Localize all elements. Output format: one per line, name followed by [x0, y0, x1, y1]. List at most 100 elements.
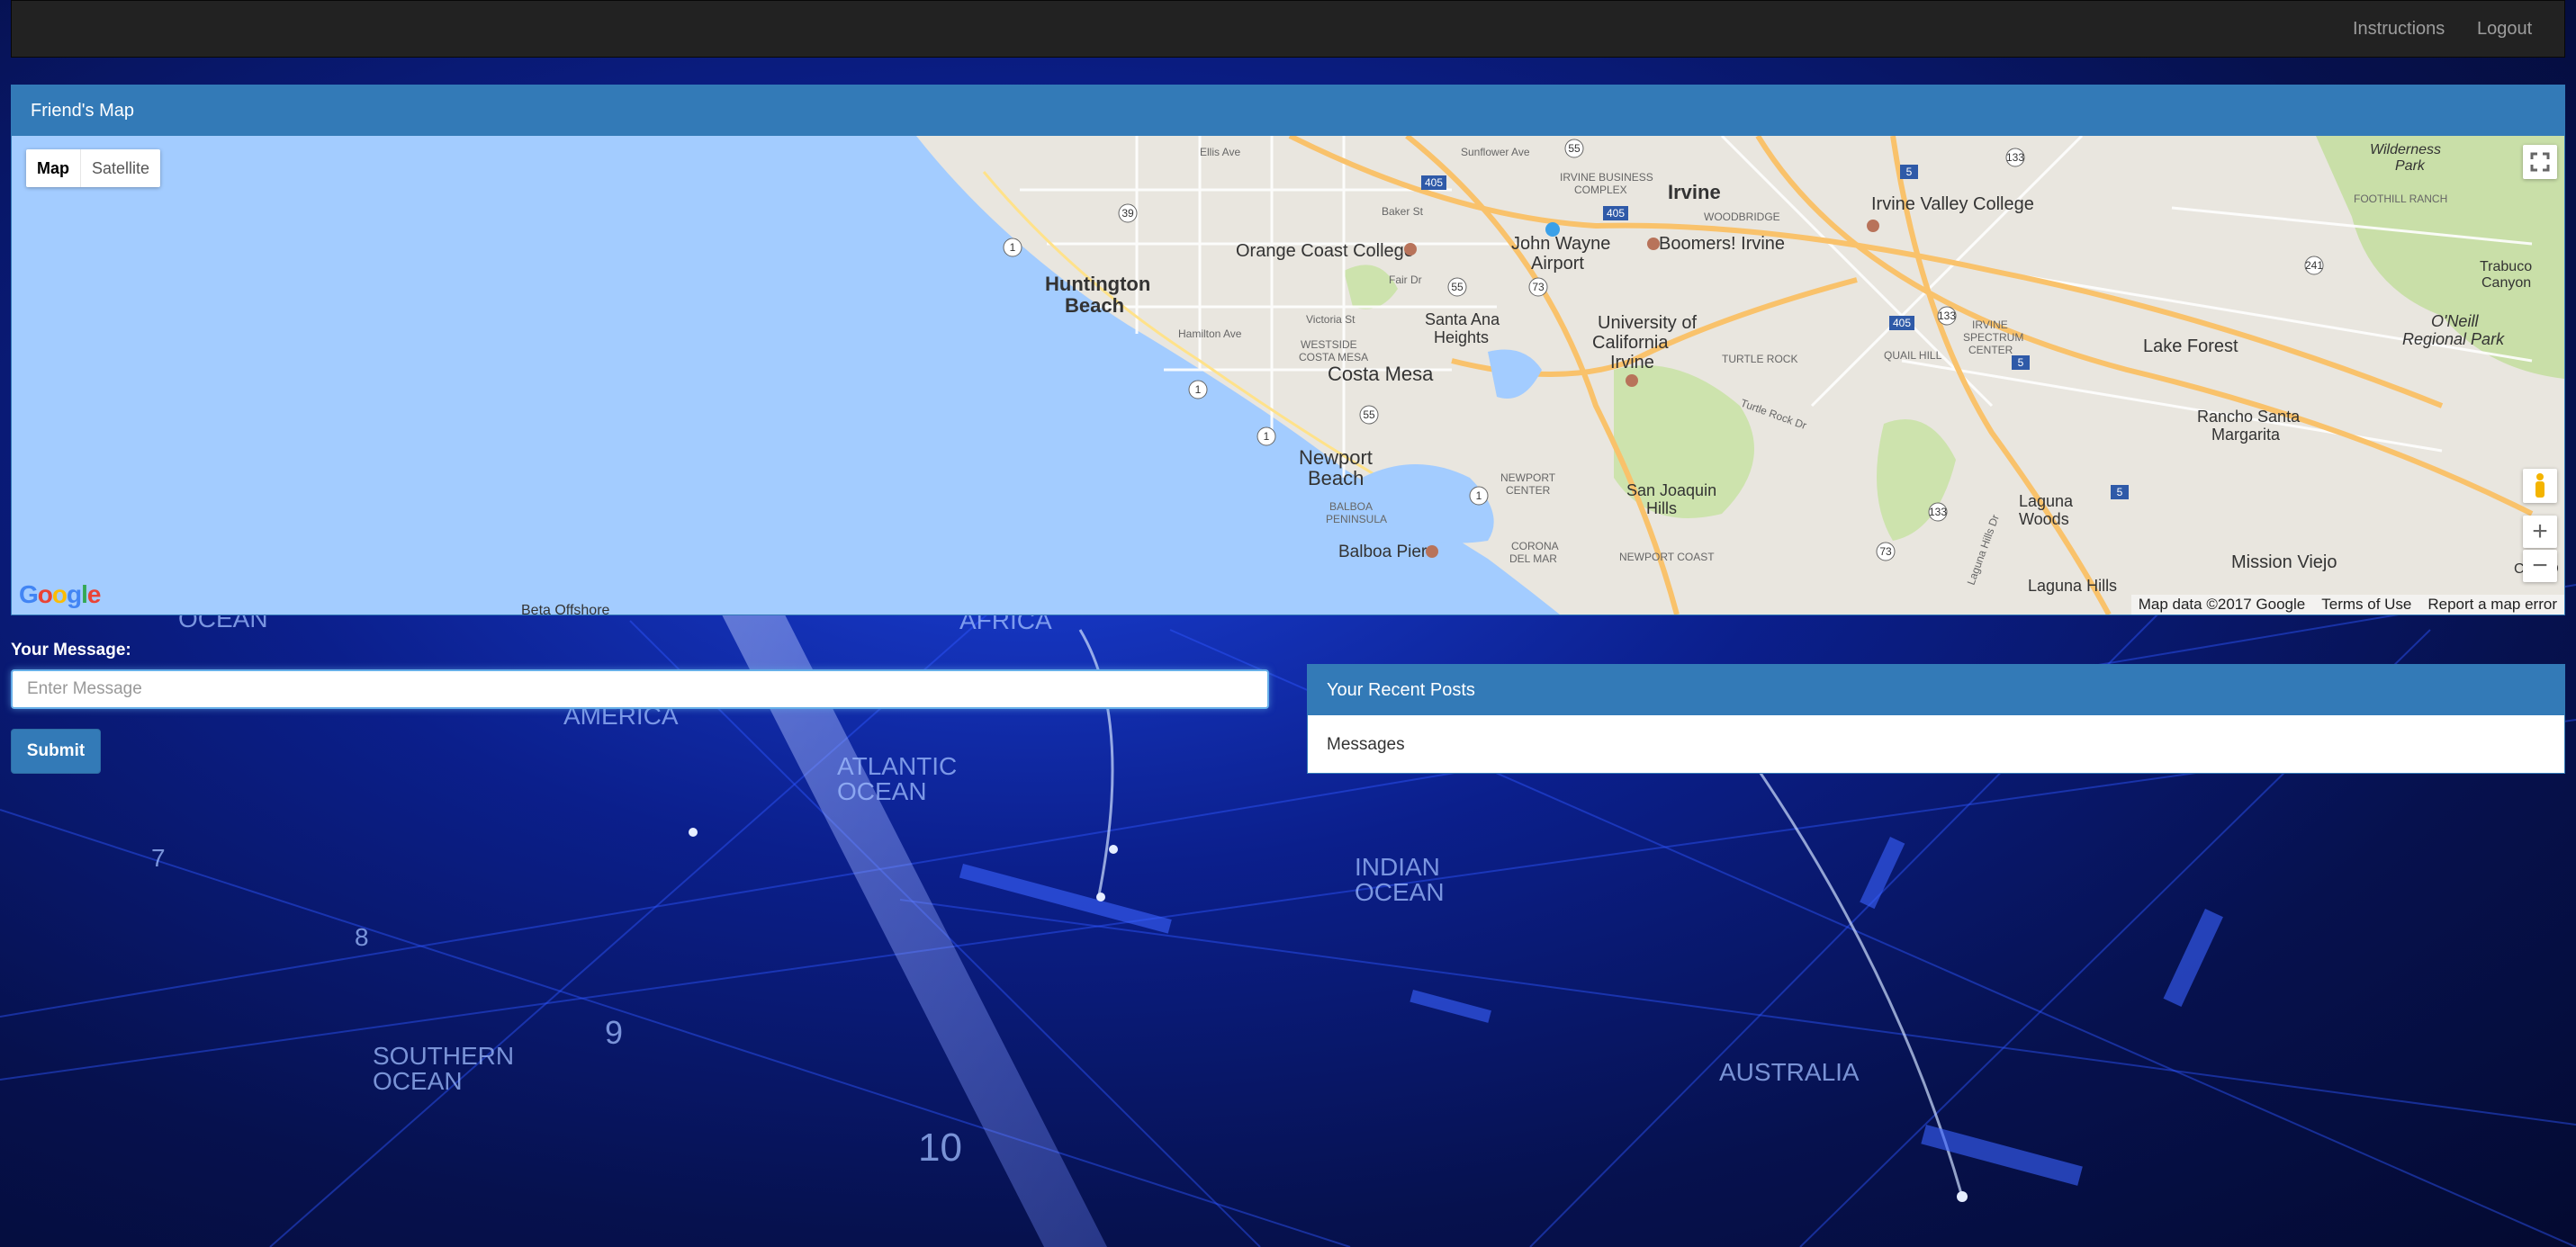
svg-text:5: 5 [2117, 486, 2123, 498]
map-type-control: Map Satellite [26, 149, 161, 187]
svg-text:39: 39 [1121, 207, 1134, 220]
report-map-error-link[interactable]: Report a map error [2427, 595, 2557, 615]
svg-text:55: 55 [1568, 142, 1581, 155]
google-logo: Google [19, 580, 101, 608]
message-label: Your Message: [11, 641, 131, 659]
bg-number-7: 7 [151, 844, 166, 872]
svg-text:Laguna Hills: Laguna Hills [2028, 577, 2117, 595]
svg-text:QUAIL HILL: QUAIL HILL [1884, 349, 1942, 362]
svg-text:Lake Forest: Lake Forest [2143, 336, 2238, 356]
svg-text:Park: Park [2395, 158, 2426, 174]
svg-text:1: 1 [1476, 489, 1482, 502]
map-attribution: Map data ©2017 Google Terms of Use Repor… [2130, 595, 2564, 615]
svg-text:133: 133 [2006, 151, 2024, 164]
friends-map-panel: Friend's Map Huntington Beach Irvine Joh… [11, 85, 2565, 615]
svg-text:Hills: Hills [1646, 499, 1677, 517]
recent-posts-body: Messages [1327, 735, 1405, 754]
svg-text:Ellis Ave: Ellis Ave [1200, 146, 1240, 158]
svg-text:Canyon: Canyon [2481, 275, 2531, 291]
bg-number-8: 8 [355, 923, 369, 951]
svg-text:Laguna: Laguna [2019, 492, 2074, 510]
svg-text:405: 405 [1425, 176, 1443, 189]
recent-posts-panel: Your Recent Posts Messages [1307, 664, 2565, 774]
svg-text:Beach: Beach [1065, 294, 1124, 317]
zoom-in-button[interactable]: + [2523, 516, 2557, 548]
message-input[interactable] [11, 669, 1269, 709]
svg-text:Victoria St: Victoria St [1306, 313, 1356, 326]
svg-text:NEWPORT COAST: NEWPORT COAST [1619, 551, 1715, 563]
top-navbar: Instructions Logout [11, 0, 2565, 58]
svg-text:Orange Coast College: Orange Coast College [1236, 241, 1414, 261]
svg-text:WESTSIDE: WESTSIDE [1301, 338, 1357, 351]
svg-text:CENTER: CENTER [1506, 484, 1551, 497]
map-tiles[interactable]: Huntington Beach Irvine John Wayne Airpo… [12, 136, 2564, 615]
svg-text:TURTLE ROCK: TURTLE ROCK [1722, 353, 1797, 365]
svg-text:Fair Dr: Fair Dr [1389, 274, 1422, 286]
svg-text:Heights: Heights [1434, 328, 1489, 346]
svg-text:CORONA: CORONA [1511, 540, 1559, 552]
svg-text:CENTER: CENTER [1968, 344, 2013, 356]
svg-text:Santa Ana: Santa Ana [1425, 310, 1500, 328]
svg-text:Costa Mesa: Costa Mesa [1328, 363, 1434, 385]
fullscreen-icon [2530, 152, 2550, 172]
svg-text:NEWPORT: NEWPORT [1500, 471, 1556, 484]
recent-posts-title: Your Recent Posts [1308, 665, 2564, 715]
svg-text:Sunflower Ave: Sunflower Ave [1461, 146, 1530, 158]
map-panel-title: Friend's Map [12, 85, 2564, 136]
zoom-out-button[interactable]: − [2523, 550, 2557, 582]
map-type-satellite-button[interactable]: Satellite [81, 149, 160, 187]
bg-label-atlantic-ocean: OCEAN [837, 777, 927, 805]
svg-text:Newport: Newport [1299, 446, 1373, 469]
bg-label-australia: AUSTRALIA [1719, 1058, 1860, 1086]
svg-text:133: 133 [1938, 310, 1956, 322]
svg-text:Regional Park: Regional Park [2402, 330, 2505, 348]
bg-number-10: 10 [918, 1126, 962, 1170]
svg-text:1: 1 [1195, 383, 1202, 396]
svg-text:5: 5 [2018, 356, 2024, 369]
svg-text:BALBOA: BALBOA [1329, 500, 1373, 513]
svg-text:Margarita: Margarita [2211, 426, 2281, 444]
svg-text:405: 405 [1607, 207, 1625, 220]
svg-text:1: 1 [1010, 241, 1016, 254]
svg-text:55: 55 [1451, 281, 1464, 293]
svg-text:405: 405 [1893, 317, 1911, 329]
svg-text:241: 241 [2305, 259, 2323, 272]
logout-link[interactable]: Logout [2477, 19, 2532, 40]
svg-text:California: California [1592, 333, 1669, 353]
svg-text:University of: University of [1598, 313, 1697, 333]
bg-label-southern-ocean: OCEAN [373, 1067, 463, 1095]
google-map[interactable]: Huntington Beach Irvine John Wayne Airpo… [12, 136, 2564, 615]
terms-of-use-link[interactable]: Terms of Use [2321, 595, 2411, 615]
bg-label-atlantic: ATLANTIC [837, 752, 958, 780]
bg-number-9: 9 [605, 1014, 624, 1051]
svg-text:John Wayne: John Wayne [1511, 234, 1610, 254]
instructions-link[interactable]: Instructions [2353, 19, 2445, 40]
svg-text:133: 133 [1929, 506, 1947, 518]
svg-text:San Joaquin: San Joaquin [1626, 481, 1716, 499]
pegman-icon [2535, 473, 2544, 498]
svg-text:Irvine: Irvine [1668, 181, 1721, 203]
svg-text:O'Neill: O'Neill [2431, 312, 2479, 330]
svg-text:Woods: Woods [2019, 510, 2069, 528]
plus-icon: + [2532, 516, 2548, 546]
svg-text:Irvine: Irvine [1610, 353, 1654, 372]
fullscreen-button[interactable] [2523, 145, 2557, 179]
svg-text:DEL MAR: DEL MAR [1509, 552, 1557, 565]
bg-label-indian-ocean: OCEAN [1355, 878, 1445, 906]
submit-button[interactable]: Submit [11, 729, 101, 774]
svg-text:Balboa Pier: Balboa Pier [1338, 543, 1428, 561]
svg-text:IRVINE: IRVINE [1972, 318, 2008, 331]
svg-text:IRVINE BUSINESS: IRVINE BUSINESS [1560, 171, 1653, 184]
svg-text:5: 5 [1906, 166, 1913, 178]
svg-text:Beta Offshore: Beta Offshore [521, 603, 610, 615]
svg-text:COSTA MESA: COSTA MESA [1299, 351, 1368, 363]
street-view-pegman[interactable] [2523, 469, 2557, 503]
svg-text:PENINSULA: PENINSULA [1326, 513, 1387, 525]
svg-text:Wilderness: Wilderness [2370, 142, 2441, 157]
svg-text:73: 73 [1532, 281, 1545, 293]
svg-text:Hamilton Ave: Hamilton Ave [1178, 327, 1242, 340]
svg-text:55: 55 [1363, 408, 1375, 421]
svg-text:SPECTRUM: SPECTRUM [1963, 331, 2023, 344]
map-type-map-button[interactable]: Map [26, 149, 81, 187]
svg-text:FOOTHILL RANCH: FOOTHILL RANCH [2354, 193, 2447, 205]
